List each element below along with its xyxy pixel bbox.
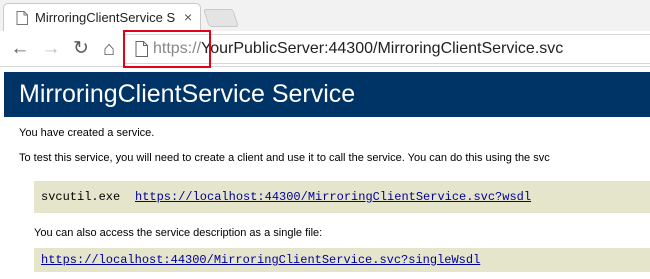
single-wsdl-link[interactable]: https://localhost:44300/MirroringClientS…	[41, 253, 480, 267]
browser-tab[interactable]: MirroringClientService Ser ×	[3, 3, 201, 31]
page-icon	[16, 11, 28, 25]
page-heading-banner: MirroringClientService Service	[4, 72, 650, 117]
page-title: MirroringClientService Service	[19, 80, 356, 108]
wsdl-link[interactable]: https://localhost:44300/MirroringClientS…	[135, 190, 531, 204]
single-wsdl-code-block: https://localhost:44300/MirroringClientS…	[34, 248, 650, 272]
reload-icon[interactable]: ↻	[70, 38, 92, 60]
tab-strip: MirroringClientService Ser ×	[0, 0, 650, 31]
test-instructions: To test this service, you will need to c…	[19, 152, 550, 164]
url-host-path: YourPublicServer:44300/MirroringClientSe…	[201, 40, 564, 57]
tab-title: MirroringClientService Ser	[35, 10, 175, 25]
single-file-message: You can also access the service descript…	[34, 227, 323, 239]
new-tab-button[interactable]	[203, 9, 239, 27]
svcutil-code-block: svcutil.exe https://localhost:44300/Mirr…	[34, 181, 650, 213]
annotation-highlight-box	[123, 30, 211, 68]
forward-icon[interactable]: →	[40, 38, 62, 60]
created-message: You have created a service.	[19, 127, 155, 139]
home-icon[interactable]: ⌂	[98, 38, 120, 60]
svcutil-command: svcutil.exe	[41, 190, 121, 204]
browser-toolbar: ← → ↻ ⌂ https://YourPublicServer:44300/M…	[0, 31, 650, 67]
address-url[interactable]: https://YourPublicServer:44300/Mirroring…	[153, 40, 563, 58]
close-icon[interactable]: ×	[184, 9, 192, 25]
back-icon[interactable]: ←	[9, 38, 31, 60]
